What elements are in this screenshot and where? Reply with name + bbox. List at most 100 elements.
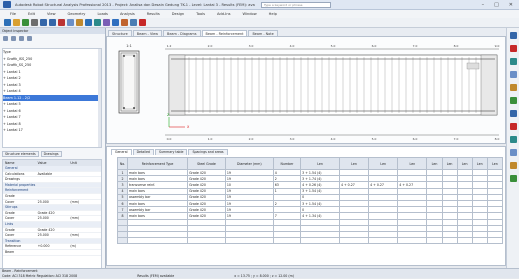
table-cell[interactable] [471, 237, 488, 245]
menu-item-analysis[interactable]: Analysis [120, 12, 135, 16]
slab-icon[interactable] [509, 149, 517, 156]
pan-icon[interactable] [509, 58, 517, 65]
menu-item-results[interactable]: Results [147, 12, 160, 16]
table-header-cell: Len [300, 157, 340, 170]
table-row[interactable] [117, 237, 504, 245]
wall-icon[interactable] [509, 136, 517, 143]
table-header-cell: Diameter (mm) [224, 157, 274, 170]
dimension-tick: 6.0 [413, 137, 418, 141]
table-cell[interactable] [486, 237, 504, 245]
dimension-tick: 3.0 [249, 44, 254, 48]
table-cell[interactable] [426, 237, 443, 245]
dimension-tick: 6.0 [372, 44, 377, 48]
structure-tree[interactable]: Type + Grafik_ISS_250 + Grafik_SS_250 + Lan… [2, 48, 102, 148]
table-header-cell: Steel Grade [187, 157, 226, 170]
table-header-cell: Len [368, 157, 399, 170]
measure-icon[interactable] [509, 71, 517, 78]
zoom-icon[interactable] [85, 19, 92, 26]
table-cell[interactable] [272, 237, 302, 245]
table-tab-general[interactable]: General [111, 149, 132, 155]
menu-item-design[interactable]: Design [172, 12, 184, 16]
table-tab-summary-table[interactable]: Summary table [154, 149, 188, 155]
table-tab-detailed[interactable]: Detailed [132, 149, 154, 155]
select-icon[interactable] [112, 19, 119, 26]
print-icon[interactable] [31, 19, 38, 26]
menu-item-edit[interactable]: Edit [28, 12, 35, 16]
dimension-tick: 5.0 [372, 137, 377, 141]
reinforcement-table: No. Reinforcement Type Steel Grade Diameter… [117, 157, 504, 245]
tree-scrollbar[interactable] [98, 49, 101, 147]
table-cell[interactable] [187, 237, 226, 245]
grid-icon[interactable] [130, 19, 137, 26]
filter-icon[interactable] [3, 35, 8, 41]
menu-item-add-ins[interactable]: Add-Ins [217, 12, 230, 16]
property-cell: Cover [5, 216, 15, 221]
maximize-button[interactable]: □ [494, 2, 499, 8]
table-cell[interactable] [224, 237, 274, 245]
settings-icon[interactable] [19, 35, 24, 41]
property-cell [68, 211, 101, 216]
beam-drawing-viewport[interactable]: 1:1 X Z 1.2 2.0 3.0 4.0 5.0 6.0 7.0 8.0 9.0 0.0 1… [106, 36, 506, 144]
menu-item-view[interactable]: View [47, 12, 56, 16]
property-cell: Cover [5, 233, 15, 238]
property-cell [36, 239, 69, 244]
table-cell[interactable] [300, 237, 340, 245]
cut-icon[interactable] [58, 19, 65, 26]
copy-icon[interactable] [67, 19, 74, 26]
table-header-cell: Len [397, 157, 428, 170]
table-cell[interactable] [397, 237, 428, 245]
dimension-tick: 8.0 [495, 137, 500, 141]
table-cell[interactable] [338, 237, 370, 245]
menu-item-window[interactable]: Window [242, 12, 256, 16]
table-cell[interactable] [117, 237, 128, 245]
view-icon[interactable] [103, 19, 110, 26]
display-icon[interactable] [139, 19, 146, 26]
property-cell [36, 205, 69, 210]
minimize-button[interactable]: – [482, 2, 485, 8]
right-toolbar [506, 28, 519, 268]
undo-icon[interactable] [40, 19, 47, 26]
app-logo-icon[interactable] [3, 1, 11, 8]
tree-item[interactable]: + Lantai 17 [3, 127, 101, 134]
rotate-icon[interactable] [94, 19, 101, 26]
property-cell: 25.000 [37, 199, 49, 204]
property-cell [68, 194, 101, 199]
property-cell [68, 172, 101, 177]
display-icon[interactable] [509, 84, 517, 91]
section-icon[interactable] [509, 97, 517, 104]
property-cell [36, 183, 69, 188]
menu-item-geometry[interactable]: Geometry [68, 12, 86, 16]
tab-drawings[interactable]: Drawings [40, 150, 62, 157]
table-cell[interactable] [441, 237, 458, 245]
load-icon[interactable] [509, 162, 517, 169]
table-cell[interactable] [368, 237, 399, 245]
redo-icon[interactable] [49, 19, 56, 26]
property-cell [36, 222, 69, 227]
property-cell: Grade 420 [37, 227, 55, 232]
table-tab-spacings-and-areas[interactable]: Spacings and areas [188, 149, 228, 155]
table-cell[interactable] [126, 237, 189, 245]
table-cell[interactable] [456, 237, 473, 245]
rotate-icon[interactable] [509, 32, 517, 39]
close-button[interactable]: ✕ [509, 2, 513, 8]
report-icon[interactable] [509, 175, 517, 182]
tab-structure-elements[interactable]: Structure elements [2, 150, 39, 157]
expand-icon[interactable] [27, 35, 32, 41]
property-row[interactable]: Beam [3, 250, 101, 256]
property-cell [68, 205, 101, 210]
paste-icon[interactable] [76, 19, 83, 26]
open-icon[interactable] [13, 19, 20, 26]
search-input[interactable]: Type a keyword or phrase [261, 1, 331, 8]
new-icon[interactable] [4, 19, 11, 26]
beam-icon[interactable] [509, 110, 517, 117]
menu-item-file[interactable]: File [10, 12, 16, 16]
layers-icon[interactable] [121, 19, 128, 26]
save-icon[interactable] [22, 19, 29, 26]
refresh-icon[interactable] [11, 35, 16, 41]
menu-item-help[interactable]: Help [269, 12, 277, 16]
column-icon[interactable] [509, 123, 517, 130]
zoom-icon[interactable] [509, 45, 517, 52]
property-cell [36, 250, 69, 255]
menu-item-tools[interactable]: Tools [196, 12, 205, 16]
menu-item-loads[interactable]: Loads [97, 12, 108, 16]
